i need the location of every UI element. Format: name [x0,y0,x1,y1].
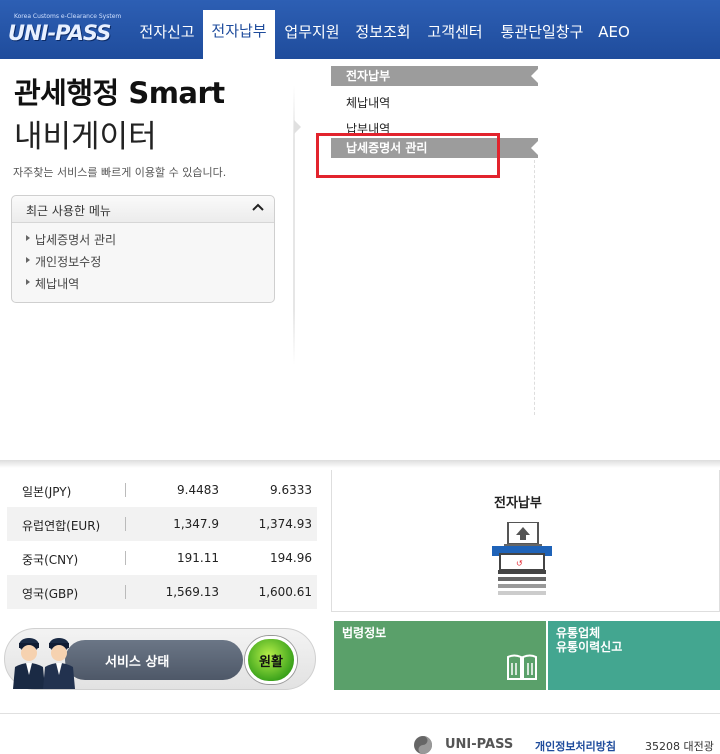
rate-value: 1,569.13 [165,585,219,599]
distribution-label-line1: 유통업체 [556,626,601,640]
service-status-bar: 서비스 상태 [65,640,243,680]
nav-e-declaration[interactable]: 전자신고 [131,12,203,52]
distribution-label-line2: 유통이력신고 [556,640,623,654]
government-emblem-icon [414,736,432,754]
submenu-header: 전자납부 [331,66,538,86]
book-icon [507,654,537,680]
recent-item-arrears[interactable]: 체납내역 [26,275,116,297]
table-row: 영국(GBP) 1,569.13 1,600.61 [7,575,317,609]
recent-item-tax-certificate[interactable]: 납세증명서 관리 [26,231,116,253]
law-info-label: 법령정보 [342,626,387,640]
exchange-rate-table: 일본(JPY) 9.4483 9.6333 유럽연합(EUR) 1,347.9 … [7,473,317,609]
rate-separator [125,585,126,599]
footer-logo-text: UNI-PASS [445,737,514,752]
unipass-logo[interactable]: Korea Customs e-Clearance System UNI-PAS… [8,12,121,50]
service-status-widget: 서비스 상태 원활 [4,628,316,690]
rate-value: 191.11 [177,551,219,565]
svg-text:↺: ↺ [516,559,523,568]
recent-menu-box: 최근 사용한 메뉴 납세증명서 관리 개인정보수정 체납내역 [11,195,275,303]
logo-subtitle: Korea Customs e-Clearance System [14,13,122,20]
logo-text: UNI-PASS [8,21,111,45]
recent-menu-list: 납세증명서 관리 개인정보수정 체납내역 [26,231,116,297]
rate-value: 1,600.61 [258,585,312,599]
footer-address: 35208 대전광 [645,740,714,753]
payment-terminal-icon: ↺ [492,522,552,595]
rate-value: 1,374.93 [258,517,312,531]
rate-value: 9.6333 [270,483,312,497]
recent-item-edit-profile[interactable]: 개인정보수정 [26,253,116,275]
nav-info-lookup[interactable]: 정보조회 [348,12,418,52]
distribution-report-tile[interactable]: 유통업체 유통이력신고 [548,621,720,690]
submenu-divider [534,160,535,415]
recent-menu-label: 최근 사용한 메뉴 [26,204,111,218]
rate-separator [125,517,126,531]
privacy-policy-link[interactable]: 개인정보처리방침 [535,738,616,754]
rate-separator [125,551,126,565]
top-navigation: Korea Customs e-Clearance System UNI-PAS… [0,0,720,59]
footer: UNI-PASS 개인정보처리방침 35208 대전광 [0,714,720,754]
rate-value: 1,347.9 [173,517,219,531]
nav-e-payment[interactable]: 전자납부 [203,10,275,59]
rate-currency: 영국(GBP) [22,587,79,601]
table-row: 일본(JPY) 9.4483 9.6333 [7,473,317,507]
rate-currency: 유럽연합(EUR) [22,519,101,533]
recent-menu-header[interactable]: 최근 사용한 메뉴 [12,196,274,223]
navigator-title-line2: 내비게이터 [14,119,157,155]
panel-shadow [0,460,720,468]
e-payment-card[interactable]: 전자납부 ↺ [331,470,720,612]
table-row: 유럽연합(EUR) 1,347.9 1,374.93 [7,507,317,541]
distribution-report-label: 유통업체 유통이력신고 [556,626,622,654]
rate-currency: 일본(JPY) [22,485,72,499]
service-status-indicator: 원활 [245,636,297,684]
nav-aeo[interactable]: AEO [594,12,634,52]
table-row: 중국(CNY) 191.11 194.96 [7,541,317,575]
rate-currency: 중국(CNY) [22,553,79,567]
nav-single-window[interactable]: 통관단일창구 [492,12,592,52]
rate-value: 9.4483 [177,483,219,497]
service-status-label: 서비스 상태 [105,655,170,670]
panel-pointer-arrow [294,120,301,134]
service-status-value: 원활 [259,655,283,670]
rate-separator [125,483,126,497]
highlight-box [316,133,500,178]
chevron-up-icon[interactable] [250,200,266,216]
customs-officers-icon [13,638,75,689]
submenu-item-arrears[interactable]: 체납내역 [331,90,538,116]
navigator-subtitle: 자주찾는 서비스를 빠르게 이용할 수 있습니다. [13,166,227,179]
nav-business-support[interactable]: 업무지원 [277,12,347,52]
law-info-tile[interactable]: 법령정보 [334,621,546,690]
rate-value: 194.96 [270,551,312,565]
nav-customer-center[interactable]: 고객센터 [420,12,490,52]
e-payment-label: 전자납부 [494,496,542,511]
navigator-title: 관세행정 Smart [14,76,225,110]
